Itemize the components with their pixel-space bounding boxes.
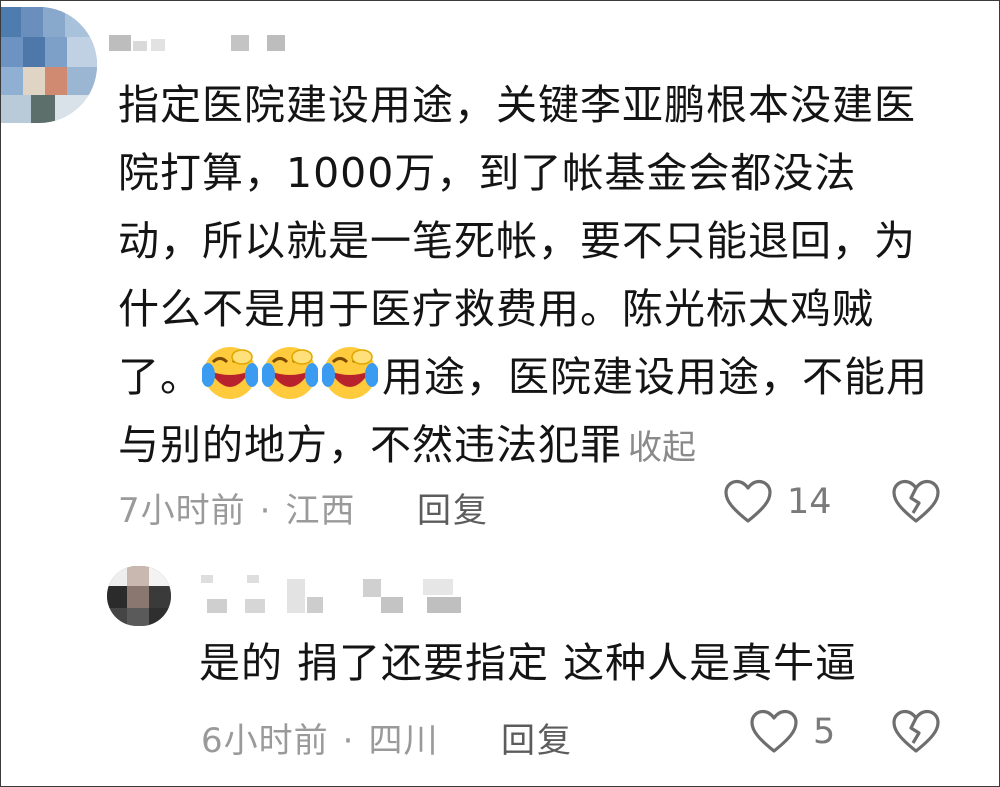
reply-button[interactable]: 回复: [417, 483, 489, 532]
laughing-crying-emoji-icon: [261, 345, 319, 401]
avatar[interactable]: [1, 7, 97, 123]
avatar[interactable]: [107, 566, 171, 626]
laughing-crying-emoji-icon: [201, 345, 259, 401]
comment-location: 四川: [368, 721, 439, 761]
like-count: 14: [787, 482, 832, 522]
comment-meta: 6小时前 · 四川: [201, 713, 438, 762]
comment-text: 指定医院建设用途，关键李亚鹏根本没建医院打算，1000万，到了帐基金会都没法动，…: [118, 71, 938, 482]
laughing-crying-emoji-icon: [321, 345, 379, 401]
collapse-link[interactable]: 收起: [628, 428, 696, 468]
heart-outline-icon: [750, 709, 798, 753]
meta-separator: ·: [259, 491, 272, 531]
comment-thread: 指定医院建设用途，关键李亚鹏根本没建医院打算，1000万，到了帐基金会都没法动，…: [0, 0, 1000, 787]
meta-separator: ·: [342, 721, 355, 761]
dislike-button[interactable]: [891, 479, 941, 529]
like-count: 5: [813, 712, 836, 752]
heart-outline-icon: [724, 479, 772, 523]
like-button[interactable]: 14: [723, 479, 832, 525]
dislike-button[interactable]: [891, 709, 941, 759]
broken-heart-icon: [892, 709, 940, 753]
comment-location: 江西: [285, 491, 356, 531]
comment-time: 6小时前: [201, 721, 329, 761]
comment-time: 7小时前: [118, 491, 246, 531]
comment-meta: 7小时前 · 江西: [118, 483, 355, 532]
reply-button[interactable]: 回复: [501, 713, 573, 762]
like-button[interactable]: 5: [749, 709, 835, 755]
broken-heart-icon: [892, 479, 940, 523]
reply-comment-text: 是的 捐了还要指定 这种人是真牛逼: [199, 639, 858, 687]
